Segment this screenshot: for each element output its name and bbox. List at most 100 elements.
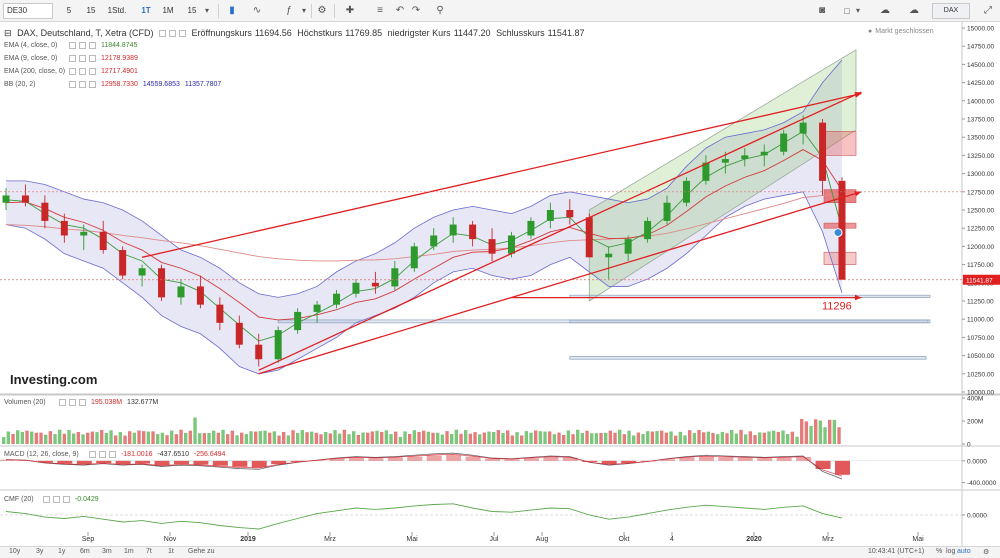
x-tick-label: 2019 bbox=[240, 536, 256, 543]
hide-icon[interactable] bbox=[79, 68, 86, 75]
camera-icon[interactable]: ◙ bbox=[815, 3, 829, 19]
settings-icon[interactable] bbox=[69, 55, 76, 62]
y-tick-label: 10250.00 bbox=[967, 371, 994, 378]
interval-1d-button[interactable]: 1T bbox=[138, 3, 154, 19]
volume-bar bbox=[804, 421, 809, 444]
candle-body bbox=[60, 220, 68, 236]
candle-body bbox=[2, 195, 10, 203]
close-label: Schlusskurs bbox=[496, 28, 545, 38]
gear-icon[interactable]: ⚙ bbox=[983, 548, 989, 556]
volume-bar bbox=[552, 434, 557, 444]
bars-icon[interactable]: ≡ bbox=[374, 3, 386, 19]
volume-bar bbox=[11, 433, 15, 444]
cloud-upload-icon[interactable]: ☁ bbox=[907, 3, 921, 19]
settings-icon[interactable] bbox=[59, 399, 66, 406]
layout-icon[interactable]: □ bbox=[842, 3, 852, 19]
compare-symbol-input[interactable]: DAX bbox=[932, 3, 970, 19]
hide-icon[interactable] bbox=[79, 55, 86, 62]
range-7d-button[interactable]: 7t bbox=[146, 548, 152, 555]
x-tick-label: Jul bbox=[490, 536, 499, 543]
range-1y-button[interactable]: 1y bbox=[58, 548, 65, 555]
volume-bar bbox=[636, 432, 641, 444]
settings-icon[interactable] bbox=[43, 496, 50, 503]
volume-bar bbox=[566, 430, 571, 444]
log-toggle[interactable]: log bbox=[946, 548, 955, 555]
range-10y-button[interactable]: 10y bbox=[9, 548, 20, 555]
volume-bar bbox=[478, 434, 482, 444]
goto-button[interactable]: Gehe zu bbox=[188, 548, 214, 555]
pin-icon[interactable]: ⚲ bbox=[434, 3, 446, 19]
x-tick-label: Mai bbox=[912, 536, 924, 543]
volume-bar bbox=[758, 432, 762, 444]
candlestick-icon[interactable]: ▮ bbox=[226, 3, 238, 19]
chevron-down-icon[interactable]: ▾ bbox=[854, 3, 862, 19]
interval-15m-button[interactable]: 15 bbox=[84, 3, 98, 19]
chevron-down-icon[interactable]: ▾ bbox=[202, 3, 212, 19]
volume-bar bbox=[151, 431, 155, 444]
volume-bar bbox=[296, 433, 300, 444]
volume-bar bbox=[711, 432, 715, 444]
collapse-icon[interactable]: ⊟ bbox=[4, 28, 12, 38]
range-1m-button[interactable]: 1m bbox=[124, 548, 134, 555]
volume-bar bbox=[837, 427, 841, 444]
range-3y-button[interactable]: 3y bbox=[36, 548, 43, 555]
hide-icon[interactable] bbox=[79, 81, 86, 88]
undo-icon[interactable]: ↶ bbox=[394, 3, 406, 19]
chart-area[interactable]: 11296 15000.00 14750.00 14500.00 14250.00 14… bbox=[0, 22, 1000, 546]
crosshair-icon[interactable]: ✚ bbox=[344, 3, 356, 19]
macd-histogram-bar bbox=[446, 454, 462, 461]
fullscreen-icon[interactable]: ⤢ bbox=[982, 3, 994, 19]
candle-body bbox=[760, 151, 768, 156]
volume-bar bbox=[380, 431, 384, 444]
hide-icon[interactable] bbox=[99, 451, 106, 458]
candle-body bbox=[585, 217, 593, 258]
auto-toggle[interactable]: auto bbox=[957, 548, 971, 555]
line-chart-icon[interactable]: ∿ bbox=[250, 3, 264, 19]
candle-body bbox=[507, 235, 515, 254]
close-icon[interactable] bbox=[89, 55, 96, 62]
hide-icon[interactable] bbox=[69, 399, 76, 406]
hide-icon[interactable] bbox=[79, 42, 86, 49]
interval-5m-button[interactable]: 5 bbox=[62, 3, 76, 19]
indicator-icon[interactable]: ƒ bbox=[282, 3, 296, 19]
volume-bar bbox=[543, 431, 547, 444]
hide-icon[interactable] bbox=[53, 496, 60, 503]
volume-bar bbox=[58, 429, 62, 444]
close-icon[interactable] bbox=[79, 399, 86, 406]
close-icon[interactable] bbox=[89, 42, 96, 49]
chevron-down-icon[interactable]: ▾ bbox=[300, 3, 308, 19]
symbol-input[interactable]: DE30 bbox=[3, 3, 53, 19]
range-6m-button[interactable]: 6m bbox=[80, 548, 90, 555]
interval-1m-button[interactable]: 1M bbox=[160, 3, 176, 19]
close-icon[interactable] bbox=[89, 81, 96, 88]
percent-toggle[interactable]: % bbox=[936, 548, 942, 555]
hide-icon[interactable] bbox=[168, 30, 176, 38]
volume-bar bbox=[473, 432, 477, 444]
candle-body bbox=[469, 224, 477, 240]
close-icon[interactable] bbox=[178, 30, 186, 38]
y-tick-label: 11000.00 bbox=[967, 317, 994, 324]
volume-bar bbox=[618, 429, 622, 444]
interval-1h-button[interactable]: 1Std. bbox=[104, 3, 130, 19]
range-3m-button[interactable]: 3m bbox=[102, 548, 112, 555]
volume-bar bbox=[688, 430, 692, 444]
candle-body bbox=[644, 220, 652, 240]
y-tick-label: 14500.00 bbox=[967, 62, 994, 69]
settings-icon[interactable] bbox=[89, 451, 96, 458]
close-icon[interactable] bbox=[89, 68, 96, 75]
interval-custom-dropdown[interactable]: 15 bbox=[185, 3, 199, 19]
volume-bar bbox=[314, 432, 319, 444]
gear-icon[interactable]: ⚙ bbox=[316, 3, 328, 19]
settings-icon[interactable] bbox=[158, 30, 166, 38]
ema9-legend: EMA (9, close, 0) 12178.9389 bbox=[4, 55, 138, 63]
settings-icon[interactable] bbox=[69, 81, 76, 88]
close-icon[interactable] bbox=[63, 496, 70, 503]
bb-upper-value: 14559.6853 bbox=[142, 81, 180, 89]
volume-bar bbox=[384, 430, 389, 444]
close-icon[interactable] bbox=[109, 451, 116, 458]
redo-icon[interactable]: ↷ bbox=[410, 3, 422, 19]
settings-icon[interactable] bbox=[69, 68, 76, 75]
settings-icon[interactable] bbox=[69, 42, 76, 49]
cloud-download-icon[interactable]: ☁ bbox=[878, 3, 892, 19]
range-1d-button[interactable]: 1t bbox=[168, 548, 174, 555]
